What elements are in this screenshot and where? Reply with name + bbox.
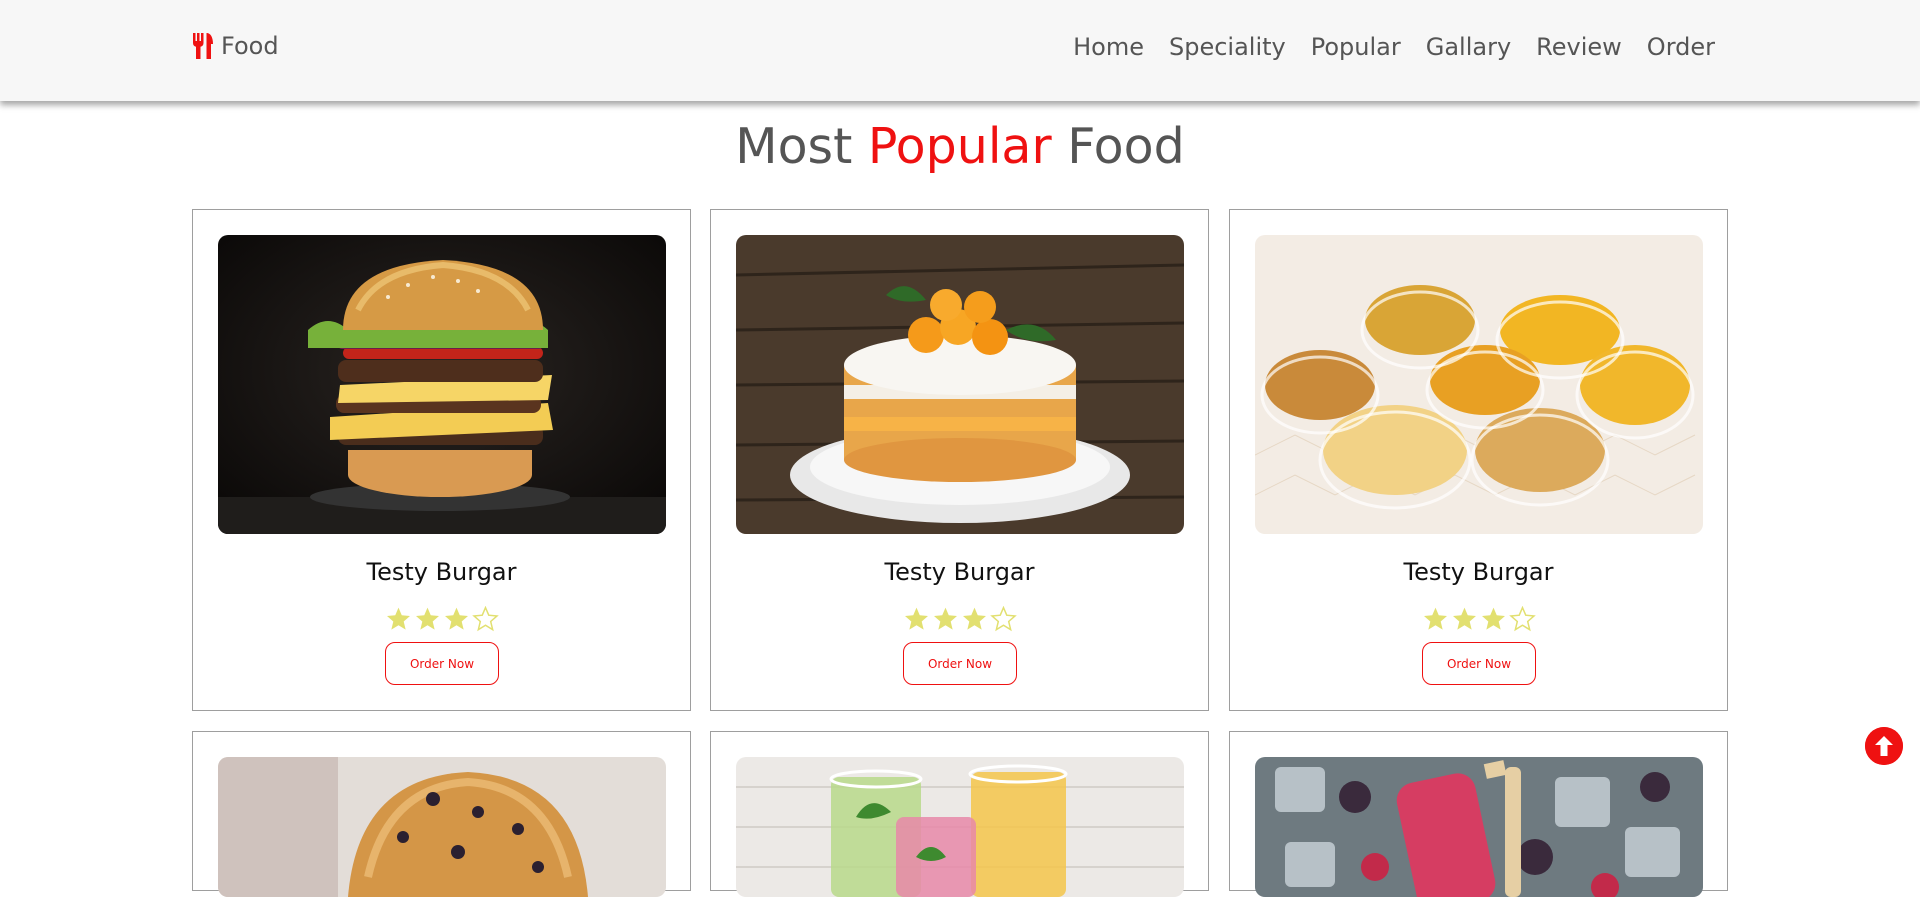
nav-menu: Home Speciality Popular Gallary Review O…	[1073, 33, 1715, 61]
nav-item-speciality[interactable]: Speciality	[1169, 33, 1286, 61]
rating-stars	[193, 606, 690, 632]
star-filled-icon	[444, 607, 468, 630]
rating-stars	[711, 606, 1208, 632]
food-card	[1229, 731, 1728, 897]
star-filled-icon	[904, 607, 928, 630]
muffin-image	[218, 757, 666, 897]
star-outline-icon	[1508, 606, 1536, 632]
food-card: Testy Burgar Order Now	[192, 209, 691, 711]
rating-stars	[1230, 606, 1727, 632]
utensils-icon	[191, 32, 215, 60]
title-part-1: Most	[735, 118, 853, 175]
nav-item-order[interactable]: Order	[1647, 33, 1715, 61]
star-outline-icon	[989, 606, 1017, 632]
burger-image	[218, 235, 666, 534]
nav-item-gallary[interactable]: Gallary	[1426, 33, 1511, 61]
food-card: Testy Burgar Order Now	[1229, 209, 1728, 711]
scroll-to-top-button[interactable]	[1865, 727, 1903, 765]
cake-image	[736, 235, 1184, 534]
food-card: Testy Burgar Order Now	[710, 209, 1209, 711]
brand-label: Food	[221, 32, 279, 60]
star-filled-icon	[1452, 607, 1476, 630]
food-card	[710, 731, 1209, 897]
star-filled-icon	[933, 607, 957, 630]
order-now-button[interactable]: Order Now	[903, 642, 1017, 685]
nav-item-home[interactable]: Home	[1073, 33, 1144, 61]
order-now-button[interactable]: Order Now	[1422, 642, 1536, 685]
star-filled-icon	[1423, 607, 1447, 630]
order-now-button[interactable]: Order Now	[385, 642, 499, 685]
snacks-image	[1255, 235, 1703, 534]
brand-logo[interactable]: Food	[191, 32, 279, 60]
card-title: Testy Burgar	[884, 558, 1035, 586]
section-title: Most Popular Food	[0, 118, 1920, 175]
arrow-up-circle-icon	[1865, 727, 1903, 765]
food-card	[192, 731, 691, 897]
star-filled-icon	[1481, 607, 1505, 630]
popsicle-image	[1255, 757, 1703, 897]
star-filled-icon	[386, 607, 410, 630]
card-title: Testy Burgar	[366, 558, 517, 586]
star-filled-icon	[962, 607, 986, 630]
title-accent: Popular	[867, 118, 1052, 175]
navbar: Food Home Speciality Popular Gallary Rev…	[0, 0, 1920, 101]
star-outline-icon	[471, 606, 499, 632]
title-part-2: Food	[1067, 118, 1185, 175]
nav-item-review[interactable]: Review	[1536, 33, 1622, 61]
card-title: Testy Burgar	[1403, 558, 1554, 586]
star-filled-icon	[415, 607, 439, 630]
juice-image	[736, 757, 1184, 897]
nav-item-popular[interactable]: Popular	[1311, 33, 1401, 61]
